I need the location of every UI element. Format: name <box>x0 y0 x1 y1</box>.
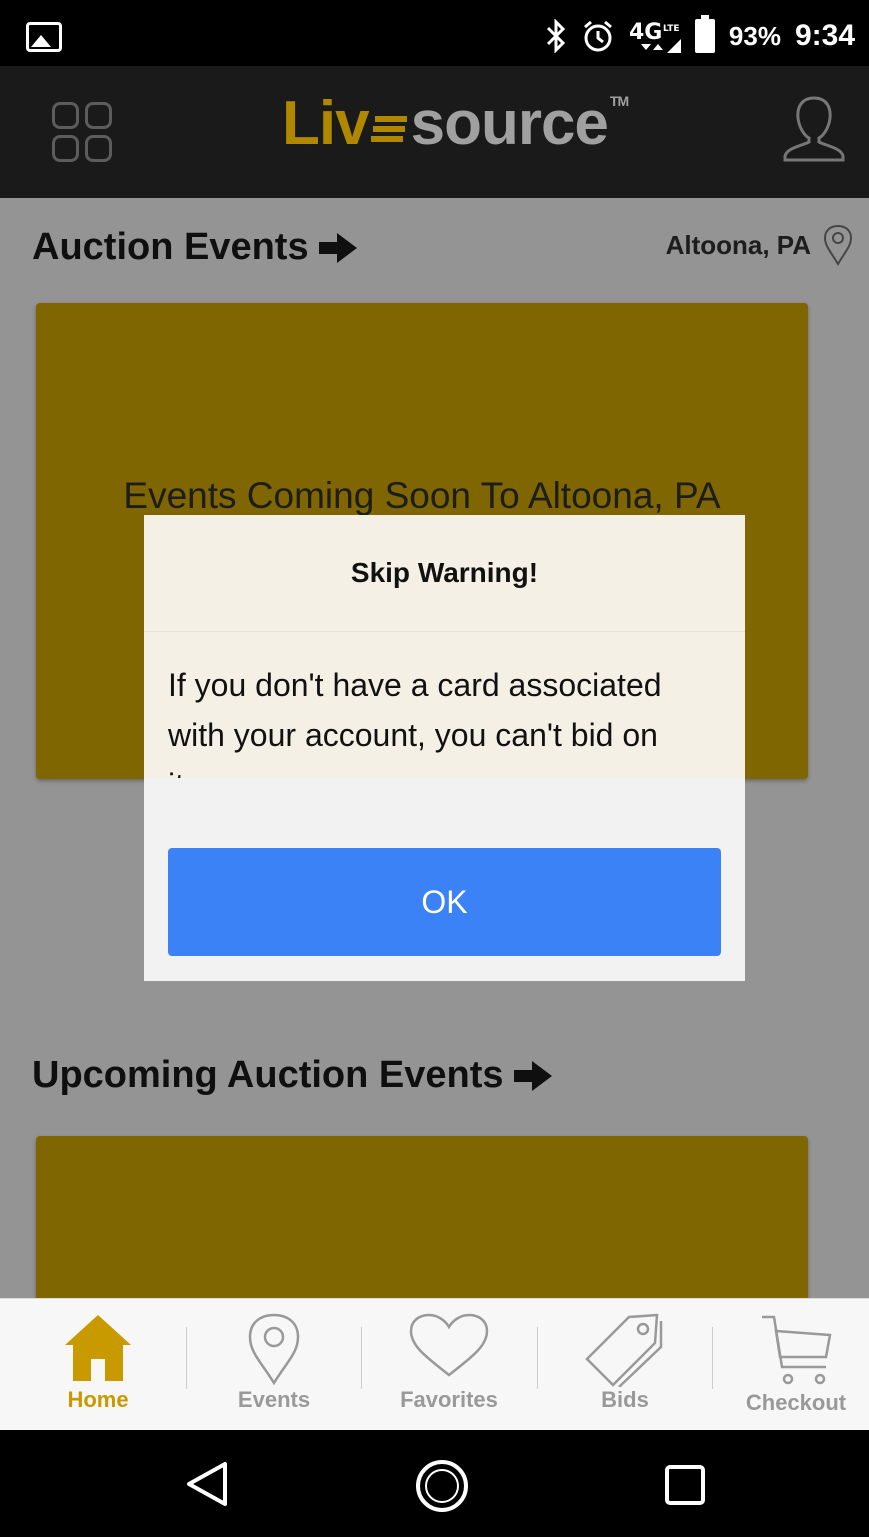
skip-warning-dialog: Skip Warning! If you don't have a card a… <box>144 515 745 981</box>
nav-home[interactable]: Home <box>28 1299 168 1431</box>
system-nav-bar <box>0 1430 869 1537</box>
dialog-message: If you don't have a card associated with… <box>144 632 745 778</box>
home-system-icon[interactable] <box>414 1458 470 1514</box>
logo-equals-mark <box>370 116 407 142</box>
svg-text:4G: 4G <box>629 20 662 45</box>
recent-apps-icon[interactable] <box>664 1464 706 1506</box>
cart-icon <box>762 1315 832 1385</box>
svg-text:LTE: LTE <box>663 24 680 34</box>
gallery-icon <box>26 22 62 52</box>
nav-favorites[interactable]: Favorites <box>379 1299 519 1431</box>
app-header: Liv source TM <box>0 66 869 198</box>
back-icon[interactable] <box>185 1460 229 1508</box>
alarm-icon <box>583 20 612 52</box>
ok-button[interactable]: OK <box>168 848 721 956</box>
dialog-title: Skip Warning! <box>144 515 745 632</box>
tag-icon <box>585 1313 663 1387</box>
location-pin-icon <box>248 1313 300 1386</box>
livesource-logo: Liv source TM <box>282 89 629 158</box>
profile-icon[interactable] <box>781 94 847 164</box>
nav-checkout[interactable]: Checkout <box>726 1299 866 1431</box>
bottom-nav: Home Events Favorites Bids Checkout <box>0 1298 869 1430</box>
heart-icon <box>409 1313 489 1377</box>
battery-percent: 93% <box>728 20 781 51</box>
4g-lte-icon: 4G LTE <box>629 20 681 53</box>
status-icons: 4G LTE 93% 9:34 <box>545 15 855 56</box>
clock: 9:34 <box>794 19 855 52</box>
menu-grid-icon[interactable] <box>52 102 112 162</box>
status-bar: 4G LTE 93% 9:34 <box>0 0 869 66</box>
bluetooth-icon <box>546 19 566 53</box>
nav-events[interactable]: Events <box>204 1299 344 1431</box>
nav-bids[interactable]: Bids <box>555 1299 695 1431</box>
home-icon <box>65 1315 131 1381</box>
battery-icon <box>694 15 715 53</box>
